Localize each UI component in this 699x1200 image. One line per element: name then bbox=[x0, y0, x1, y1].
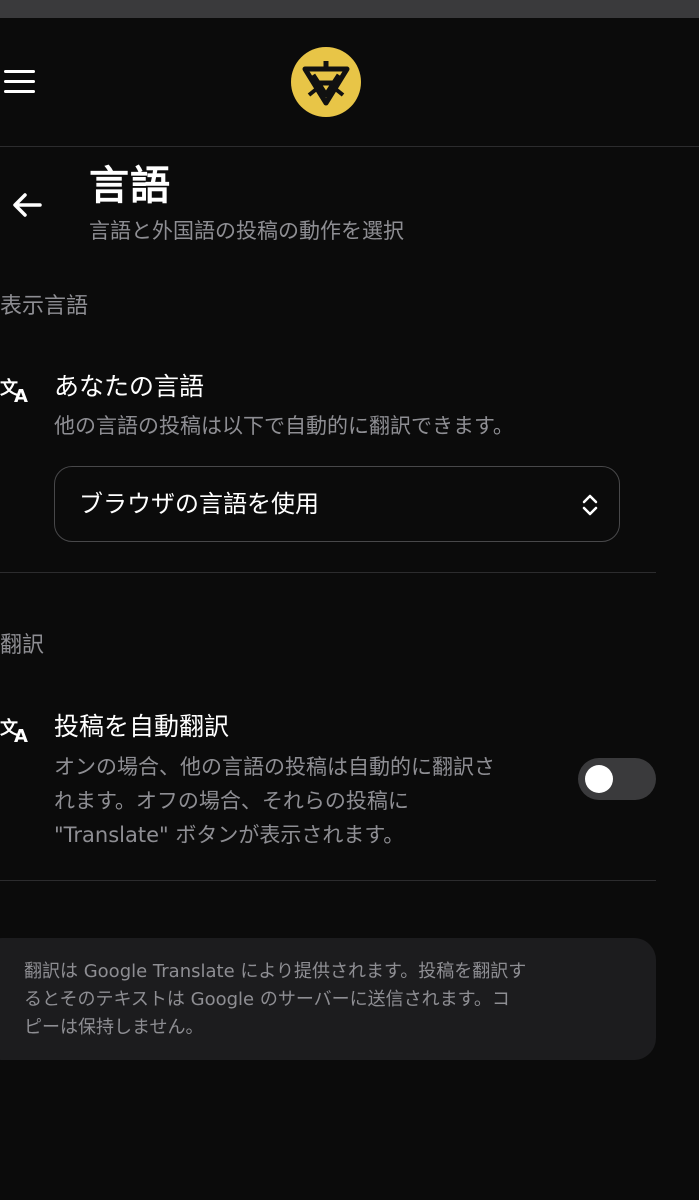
translate-icon: 文 A bbox=[0, 374, 34, 407]
section-divider bbox=[0, 880, 656, 881]
info-line: 翻訳は Google Translate により提供されます。投稿を翻訳す bbox=[24, 961, 527, 982]
back-button[interactable] bbox=[10, 186, 48, 224]
info-line: ピーは保持しません。 bbox=[24, 1017, 204, 1038]
auto-translate-toggle[interactable] bbox=[578, 758, 656, 800]
toggle-knob bbox=[585, 765, 613, 793]
language-select[interactable]: ブラウザの言語を使用 bbox=[54, 466, 620, 542]
translate-icon: 文 A bbox=[0, 714, 34, 747]
translation-info-box: 翻訳は Google Translate により提供されます。投稿を翻訳す ると… bbox=[0, 938, 656, 1060]
section-heading-display-language: 表示言語 bbox=[0, 294, 89, 319]
section-divider bbox=[0, 572, 656, 573]
section-heading-translation: 翻訳 bbox=[0, 633, 45, 658]
header-divider bbox=[0, 146, 699, 147]
svg-text:A: A bbox=[14, 726, 28, 744]
language-select-value: ブラウザの言語を使用 bbox=[79, 490, 319, 518]
auto-translate-description: オンの場合、他の言語の投稿は自動的に翻訳さ れます。オフの場合、それらの投稿に … bbox=[54, 750, 594, 852]
auto-translate-description-line: オンの場合、他の言語の投稿は自動的に翻訳さ bbox=[54, 755, 495, 779]
app-header bbox=[0, 18, 699, 146]
your-language-description: 他の言語の投稿は以下で自動的に翻訳できます。 bbox=[54, 414, 514, 438]
svg-text:A: A bbox=[14, 386, 28, 404]
app-logo-icon[interactable] bbox=[291, 47, 361, 117]
page-subtitle: 言語と外国語の投稿の動作を選択 bbox=[89, 219, 404, 243]
back-arrow-icon bbox=[13, 193, 42, 217]
page-title: 言語 bbox=[89, 163, 171, 209]
auto-translate-description-line: れます。オフの場合、それらの投稿に bbox=[54, 789, 409, 813]
auto-translate-title: 投稿を自動翻訳 bbox=[54, 712, 230, 741]
top-status-strip bbox=[0, 0, 699, 18]
auto-translate-description-line: "Translate" ボタンが表示されます。 bbox=[54, 823, 405, 847]
hamburger-menu-icon[interactable] bbox=[4, 70, 35, 94]
info-line: るとそのテキストは Google のサーバーに送信されます。コ bbox=[24, 989, 510, 1010]
chevron-up-down-icon bbox=[582, 494, 598, 516]
your-language-title: あなたの言語 bbox=[54, 372, 205, 401]
translation-info-text: 翻訳は Google Translate により提供されます。投稿を翻訳す ると… bbox=[24, 958, 624, 1042]
